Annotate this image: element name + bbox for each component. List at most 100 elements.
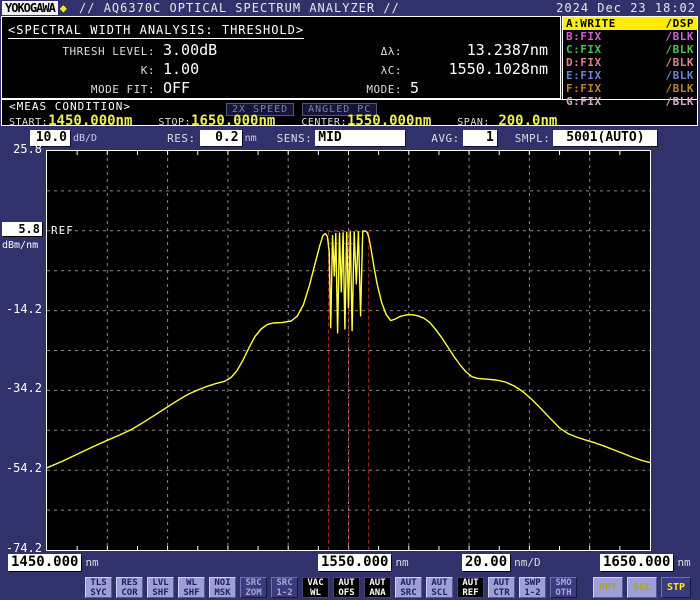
softkey-aut-ctr[interactable]: AUT CTR xyxy=(488,577,515,598)
softkey-label: ZOM xyxy=(245,587,262,598)
trace-status: /BLK xyxy=(665,82,694,95)
resolution-value[interactable]: 0.2 xyxy=(199,130,242,146)
x-start-value[interactable]: 1450.000 xyxy=(8,554,82,571)
softkey-res-cor[interactable]: RES COR xyxy=(116,577,143,598)
x-division-unit: nm/D xyxy=(514,556,541,569)
trace-row-e[interactable]: E:FIX/BLK xyxy=(563,69,697,82)
softkey-vac-wl[interactable]: VAC WL xyxy=(302,577,329,598)
softkey-label: CTR xyxy=(493,587,510,598)
trace-status: /BLK xyxy=(665,95,694,108)
softkey-label: SYC xyxy=(90,587,107,598)
spectral-width-analysis-panel: <SPECTRAL WIDTH ANALYSIS: THRESHOLD> THR… xyxy=(1,16,561,99)
softkey-src-1-2[interactable]: SRC 1-2 xyxy=(271,577,298,598)
meas-field-value[interactable]: 200.0nm xyxy=(490,113,557,125)
x-division-value[interactable]: 20.00 xyxy=(462,554,511,571)
trace-row-d[interactable]: D:FIX/BLK xyxy=(563,56,697,69)
x-end-value[interactable]: 1650.000 xyxy=(600,554,674,571)
softkey-label: SHF xyxy=(183,587,200,598)
softkey-aut-scl[interactable]: AUT SCL xyxy=(426,577,453,598)
y-axis-unit-label: dBm/nm xyxy=(2,240,39,251)
softkey-label: SGL xyxy=(632,581,652,593)
trace-status: /BLK xyxy=(665,30,694,43)
x-center-item: 1550.000 nm xyxy=(318,554,409,571)
softkey-tls-syc[interactable]: TLS SYC xyxy=(85,577,112,598)
trace-row-f[interactable]: F:FIX/BLK xyxy=(563,82,697,95)
trace-status: /BLK xyxy=(665,69,694,82)
softkey-label: OTH xyxy=(555,587,572,598)
trace-status: /DSP xyxy=(665,17,694,30)
softkey-rpt[interactable]: RPT xyxy=(593,577,623,598)
settings-row: 10.0 dB/D RES: 0.2 nm SENS: MID AVG: 1 S… xyxy=(0,127,700,149)
x-center-value[interactable]: 1550.000 xyxy=(318,554,392,571)
meas-field-value[interactable]: 1650.000nm xyxy=(191,113,275,125)
meas-field-label: STOP: xyxy=(158,117,192,126)
softkey-label: WL xyxy=(310,587,321,598)
softkey-lvl-shf[interactable]: LVL SHF xyxy=(147,577,174,598)
softkey-aut-src[interactable]: AUT SRC xyxy=(395,577,422,598)
x-start-item: 1450.000 nm xyxy=(8,554,99,571)
trace-row-c[interactable]: C:FIX/BLK xyxy=(563,43,697,56)
logo-diamond-icon: ◆ xyxy=(59,1,68,15)
softkey-aut-ofs[interactable]: AUT OFS xyxy=(333,577,360,598)
softkey-aut-ana[interactable]: AUT ANA xyxy=(364,577,391,598)
softkey-label: AUT xyxy=(338,577,355,588)
trace-row-a[interactable]: A:WRITE/DSP xyxy=(563,17,697,30)
meas-field-value[interactable]: 1450.000nm xyxy=(48,113,132,125)
analysis-results: THRESH LEVEL: 3.00dB Δλ: 13.2387nm K: 1.00 λC:… xyxy=(8,41,554,97)
trace-name: B:FIX xyxy=(566,30,602,43)
softkey-stp[interactable]: STP xyxy=(661,577,691,598)
trace-row-g[interactable]: G:FIX/BLK xyxy=(563,95,697,108)
softkey-label: LVL xyxy=(152,577,169,588)
top-bar: YOKOGAWA ◆ // AQ6370C OPTICAL SPECTRUM A… xyxy=(0,0,700,16)
softkey-label: VAC xyxy=(307,577,324,588)
spectrum-plot-area: REF xyxy=(46,150,651,551)
softkey-swp-1-2[interactable]: SWP 1-2 xyxy=(519,577,546,598)
softkey-aut-ref[interactable]: AUT REF xyxy=(457,577,484,598)
softkey-label: SRC xyxy=(245,577,262,588)
y-axis-tick-label: -34.2 xyxy=(5,381,42,395)
x-start-unit: nm xyxy=(85,556,99,569)
softkey-label: 1-2 xyxy=(276,587,293,598)
x-center-unit: nm xyxy=(395,556,409,569)
trace-status: /BLK xyxy=(665,56,694,69)
datetime-display: 2024 Dec 23 18:02 xyxy=(556,1,696,15)
softkey-label: RES xyxy=(121,577,138,588)
sampling-label: SMPL: xyxy=(514,131,551,145)
x-end-unit: nm xyxy=(677,556,691,569)
meas-condition-title: <MEAS CONDITION> xyxy=(9,100,131,113)
y-axis-tick-label: -14.2 xyxy=(5,302,42,316)
trace-name: D:FIX xyxy=(566,56,602,69)
analysis-field-label: MODE: xyxy=(366,83,402,96)
y-axis-tick-label: 25.8 xyxy=(13,142,42,156)
softkey-wl-shf[interactable]: WL SHF xyxy=(178,577,205,598)
softkey-label: SHF xyxy=(152,587,169,598)
softkey-src-zom[interactable]: SRC ZOM xyxy=(240,577,267,598)
average-value[interactable]: 1 xyxy=(462,130,497,146)
softkey-label: RPT xyxy=(598,581,618,593)
meas-field-label: START: xyxy=(9,117,49,126)
trace-status: /BLK xyxy=(665,43,694,56)
sampling-value[interactable]: 5001(AUTO) xyxy=(553,130,658,146)
resolution-unit: nm xyxy=(244,132,257,144)
softkey-toolbar: TLS SYC RES COR LVL SHF WL SHF NOI MSK SRC ZOM SRC 1-… xyxy=(85,577,691,598)
softkey-label: AUT xyxy=(493,577,510,588)
trace-name: A:WRITE xyxy=(566,17,616,30)
softkey-label: OFS xyxy=(338,587,355,598)
yokogawa-logo: YOKOGAWA xyxy=(2,1,58,15)
meas-field-value[interactable]: 1550.000nm xyxy=(347,113,431,125)
level-scale-unit: dB/D xyxy=(73,132,98,144)
analysis-field-label: MODE FIT: xyxy=(90,83,155,96)
sensitivity-value[interactable]: MID xyxy=(315,130,406,146)
trace-row-b[interactable]: B:FIX/BLK xyxy=(563,30,697,43)
osa-screen: YOKOGAWA ◆ // AQ6370C OPTICAL SPECTRUM A… xyxy=(0,0,700,600)
x-axis-labels: 1450.000 nm 1550.000 nm 20.00 nm/D 1650.… xyxy=(0,553,700,574)
softkey-noi-msk[interactable]: NOI MSK xyxy=(209,577,236,598)
softkey-label: NOI xyxy=(214,577,231,588)
analysis-panel-title: <SPECTRAL WIDTH ANALYSIS: THRESHOLD> xyxy=(8,23,305,39)
softkey-label: SRC xyxy=(276,577,293,588)
softkey-smo-oth[interactable]: SMO OTH xyxy=(550,577,577,598)
softkey-label: SWP xyxy=(524,577,541,588)
analysis-field-label: Δλ: xyxy=(380,45,402,58)
softkey-label: AUT xyxy=(369,577,386,588)
softkey-sgl[interactable]: SGL xyxy=(627,577,657,598)
